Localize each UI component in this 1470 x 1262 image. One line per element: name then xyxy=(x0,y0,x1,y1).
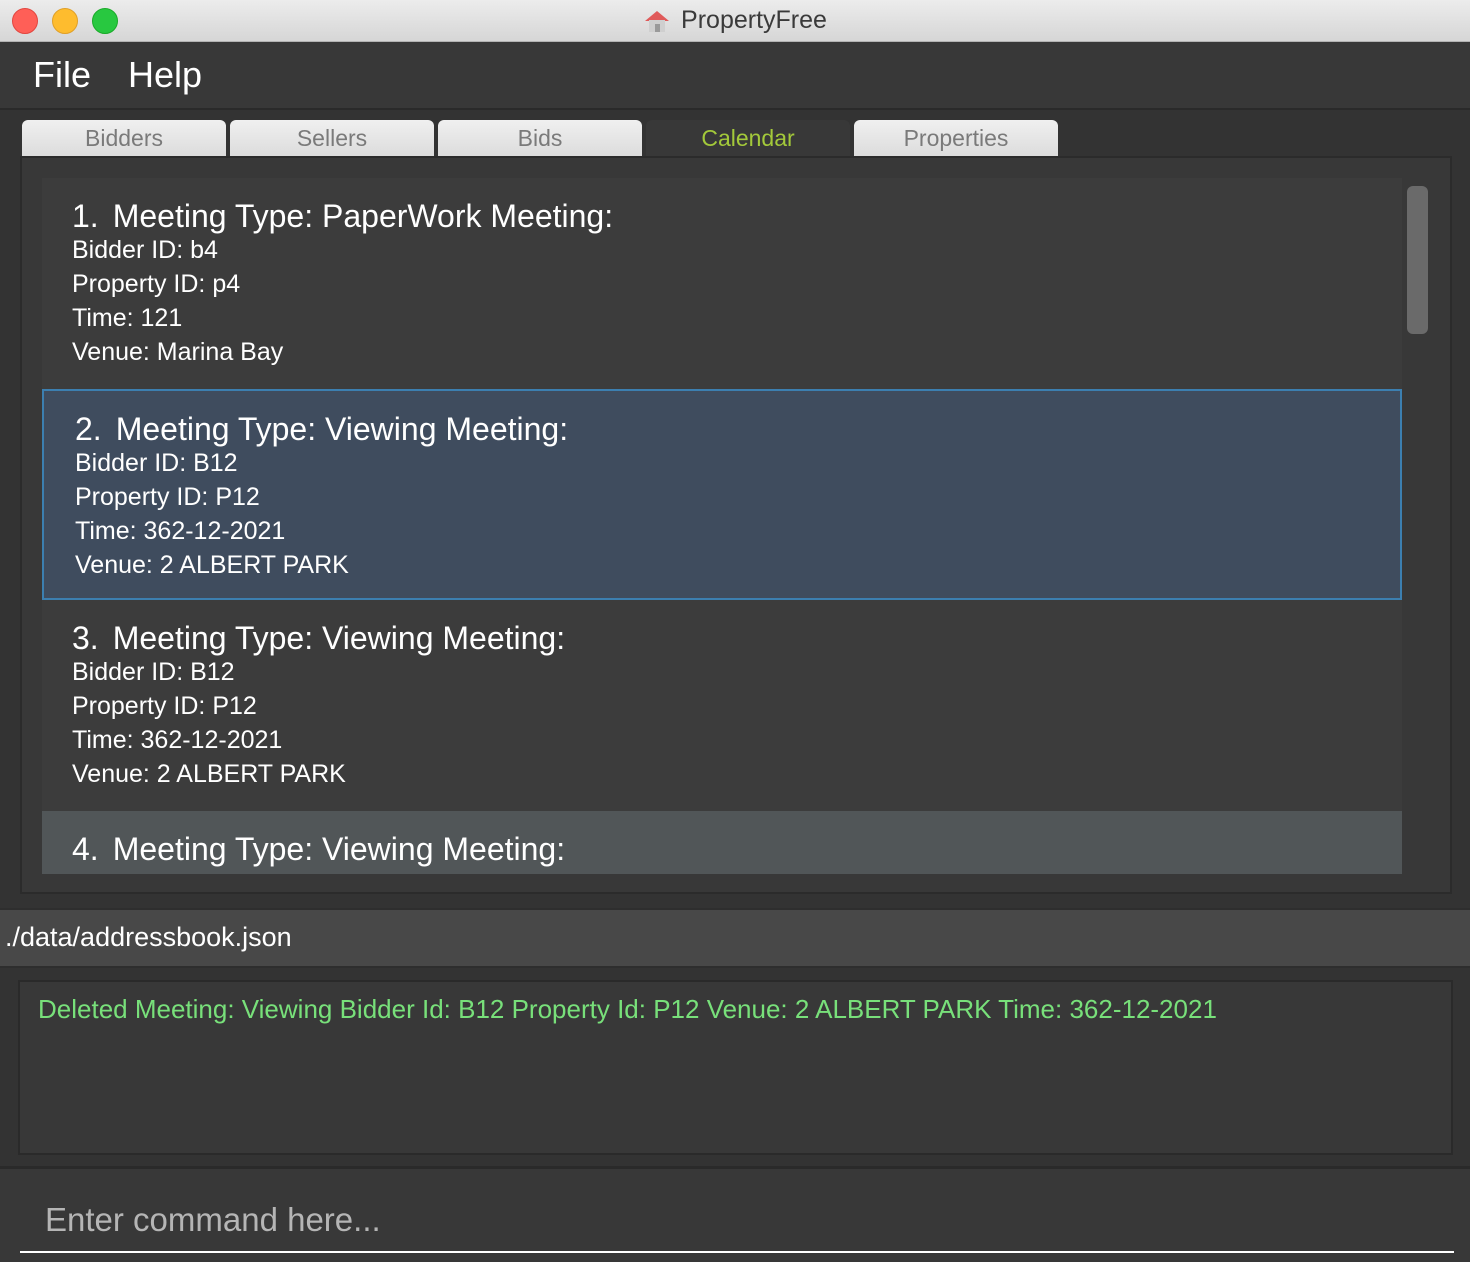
menu-file[interactable]: File xyxy=(33,54,91,96)
meeting-index: 4. xyxy=(72,831,99,867)
meeting-type: Meeting Type: Viewing Meeting: xyxy=(112,620,566,656)
meeting-venue: Venue: 2 ALBERT PARK xyxy=(72,760,346,788)
meeting-index: 1. xyxy=(72,198,99,234)
meeting-bidder: Bidder ID: B12 xyxy=(72,658,235,686)
meeting-type: Meeting Type: PaperWork Meeting: xyxy=(112,198,614,234)
tab-calendar[interactable]: Calendar xyxy=(646,120,850,156)
meeting-index: 2. xyxy=(75,411,102,447)
meeting-index: 3. xyxy=(72,620,99,656)
house-icon xyxy=(645,10,670,32)
title-bar: PropertyFree xyxy=(0,0,1470,42)
meeting-card-selected[interactable]: 2. Meeting Type: Viewing Meeting: Bidder … xyxy=(42,389,1402,600)
meeting-list[interactable]: 1. Meeting Type: PaperWork Meeting: Bidde… xyxy=(42,178,1402,874)
meeting-venue: Venue: 2 ALBERT PARK xyxy=(75,551,349,579)
meeting-property: Property ID: P12 xyxy=(72,692,257,720)
window-title: PropertyFree xyxy=(681,6,827,34)
meeting-time: Time: 362-12-2021 xyxy=(72,726,283,754)
result-message: Deleted Meeting: Viewing Bidder Id: B12 … xyxy=(38,994,1217,1024)
meeting-property: Property ID: p4 xyxy=(72,270,241,298)
meeting-venue: Venue: Marina Bay xyxy=(72,338,284,366)
command-input[interactable] xyxy=(20,1189,1454,1253)
result-display: Deleted Meeting: Viewing Bidder Id: B12 … xyxy=(18,980,1453,1155)
meeting-type: Meeting Type: Viewing Meeting: xyxy=(115,411,569,447)
meeting-card[interactable]: 3. Meeting Type: Viewing Meeting: Bidder … xyxy=(42,600,1402,811)
tab-bidders[interactable]: Bidders xyxy=(22,120,226,156)
tab-sellers[interactable]: Sellers xyxy=(230,120,434,156)
meeting-bidder: Bidder ID: b4 xyxy=(72,236,218,264)
meeting-time: Time: 362-12-2021 xyxy=(75,517,286,545)
meeting-card[interactable]: 4. Meeting Type: Viewing Meeting: xyxy=(42,811,1402,874)
command-box xyxy=(0,1166,1470,1262)
meeting-property: Property ID: P12 xyxy=(75,483,260,511)
status-bar: ./data/addressbook.json xyxy=(0,908,1470,968)
list-scrollbar-thumb[interactable] xyxy=(1407,186,1428,334)
data-file-path: ./data/addressbook.json xyxy=(5,922,292,952)
meeting-card[interactable]: 1. Meeting Type: PaperWork Meeting: Bidde… xyxy=(42,178,1402,389)
tab-bids[interactable]: Bids xyxy=(438,120,642,156)
meeting-time: Time: 121 xyxy=(72,304,183,332)
menu-bar: File Help xyxy=(0,42,1470,110)
meeting-bidder: Bidder ID: B12 xyxy=(75,449,238,477)
meeting-type: Meeting Type: Viewing Meeting: xyxy=(112,831,566,867)
tab-properties[interactable]: Properties xyxy=(854,120,1058,156)
menu-help[interactable]: Help xyxy=(128,54,202,96)
